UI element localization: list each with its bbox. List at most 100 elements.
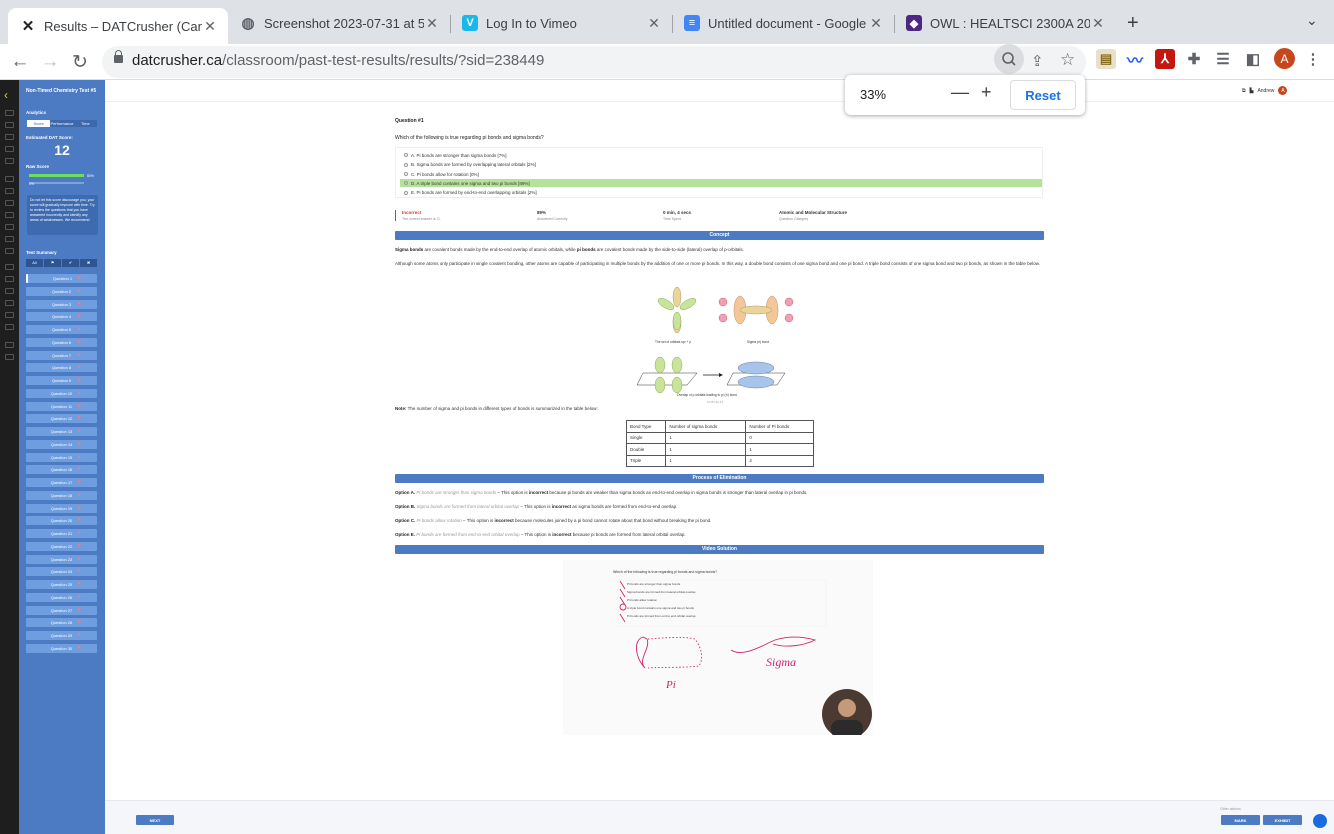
rail-item-icon[interactable]	[5, 236, 14, 242]
side-panel-icon[interactable]: ◧	[1243, 49, 1263, 69]
chrome-menu-icon[interactable]: ⋮	[1303, 49, 1323, 69]
question-list-item[interactable]: Question 23 ✖	[26, 554, 97, 564]
filter-flag-icon[interactable]: ⚑	[44, 259, 61, 267]
user-menu[interactable]: ⧉ ▙ Andrew A	[1242, 86, 1288, 95]
answer-choice[interactable]: E. Pi bonds are formed by end-to-end ove…	[400, 189, 1042, 197]
mark-button[interactable]: MARK	[1221, 815, 1260, 825]
question-list-item[interactable]: Question 6 ✖	[26, 337, 97, 347]
question-list-item[interactable]: Question 9 ✖	[26, 376, 97, 385]
rail-item-icon[interactable]	[5, 248, 14, 254]
notes-extension-icon[interactable]: ▤	[1096, 49, 1116, 69]
zoom-reset-button[interactable]: Reset	[1010, 80, 1076, 110]
rail-item-icon[interactable]	[5, 354, 14, 360]
answer-choice[interactable]: A. Pi bonds are stronger than sigma bond…	[400, 151, 1042, 159]
rail-item-icon[interactable]	[5, 324, 14, 330]
answer-choice-correct[interactable]: D. A triple bond contains one sigma and …	[400, 179, 1042, 187]
filter-correct-icon[interactable]: ✔	[62, 259, 79, 267]
zoom-out-button[interactable]: —	[951, 82, 969, 103]
filter-all[interactable]: All	[26, 259, 43, 267]
question-list-item[interactable]: Question 1 ✖	[26, 274, 97, 283]
analytics-tab-score[interactable]: Score	[27, 120, 51, 127]
question-list-item[interactable]: Question 24 ✖	[26, 567, 97, 577]
forward-button[interactable]: →	[36, 48, 64, 76]
reload-button[interactable]: ↻	[66, 48, 94, 76]
rail-item-icon[interactable]	[5, 146, 14, 152]
question-list-item[interactable]: Question 4 ✖	[26, 312, 97, 322]
video-solution-player[interactable]: Which of the following is true regarding…	[563, 560, 873, 739]
question-list-item[interactable]: Question 14 ✖	[26, 439, 97, 449]
tab-google-docs[interactable]: ≡ Untitled document - Google Do ✕	[672, 8, 894, 38]
rail-item-icon[interactable]	[5, 288, 14, 294]
close-tab-icon[interactable]: ✕	[868, 15, 884, 32]
rail-item-icon[interactable]	[5, 312, 14, 318]
question-list-item[interactable]: Question 5 ✖	[26, 325, 97, 334]
zoom-magnifier-icon[interactable]	[994, 44, 1024, 74]
collapse-arrow-icon[interactable]: ‹	[4, 88, 8, 102]
back-button[interactable]: ←	[6, 48, 34, 76]
address-bar[interactable]: datcrusher.ca/classroom/past-test-result…	[102, 46, 1086, 78]
question-list-item[interactable]: Question 12 ✖	[26, 414, 97, 424]
rail-item-icon[interactable]	[5, 276, 14, 282]
fullscreen-icon[interactable]: ⧉	[1242, 88, 1246, 94]
question-list-item[interactable]: Question 27 ✖	[26, 605, 97, 615]
question-list-item[interactable]: Question 28 ✖	[26, 618, 97, 628]
question-list-item[interactable]: Question 3 ✖	[26, 299, 97, 309]
question-list-item[interactable]: Question 15 ✖	[26, 452, 97, 462]
rail-item-icon[interactable]	[5, 134, 14, 140]
close-tab-icon[interactable]: ✕	[424, 15, 440, 32]
rail-item-icon[interactable]	[5, 200, 14, 206]
rail-item-icon[interactable]	[5, 300, 14, 306]
close-tab-icon[interactable]: ✕	[202, 18, 218, 35]
reading-list-icon[interactable]: ☰	[1213, 49, 1233, 69]
new-tab-button[interactable]: +	[1127, 12, 1139, 35]
rail-item-icon[interactable]	[5, 122, 14, 128]
bookmark-icon[interactable]: ▙	[1250, 88, 1254, 94]
question-list-item[interactable]: Question 20 ✖	[26, 516, 97, 526]
share-icon[interactable]: ⇪	[1031, 52, 1044, 70]
profile-avatar[interactable]: A	[1274, 48, 1295, 69]
question-list-item[interactable]: Question 22 ✖	[26, 541, 97, 551]
rail-item-icon[interactable]	[5, 224, 14, 230]
analytics-tab-time[interactable]: Time	[74, 120, 97, 127]
filter-incorrect-icon[interactable]: ✖	[80, 259, 97, 267]
tab-owl[interactable]: ◆ OWL : HEALTSCI 2300A 200 S ✕	[894, 8, 1116, 38]
tab-search-chevron-icon[interactable]: ⌄	[1306, 12, 1318, 29]
tab-vimeo[interactable]: V Log In to Vimeo ✕	[450, 8, 672, 38]
question-list-item[interactable]: Question 16 ✖	[26, 465, 97, 475]
rail-item-icon[interactable]	[5, 158, 14, 164]
pdf-extension-icon[interactable]: ⅄	[1155, 49, 1175, 69]
close-tab-icon[interactable]: ✕	[1090, 15, 1106, 32]
question-list-item[interactable]: Question 7 ✖	[26, 350, 97, 360]
rail-item-icon[interactable]	[5, 342, 14, 348]
question-list-item[interactable]: Question 25 ✖	[26, 580, 97, 589]
rail-item-icon[interactable]	[5, 110, 14, 116]
bookmark-star-icon[interactable]: ☆	[1060, 50, 1075, 70]
question-list-item[interactable]: Question 19 ✖	[26, 503, 97, 513]
answer-choice[interactable]: B. Sigma bonds are formed by overlapping…	[400, 161, 1042, 169]
exhibit-button[interactable]: EXHIBIT	[1263, 815, 1302, 825]
tab-results[interactable]: ✕ Results – DATCrusher (Canada ✕	[8, 8, 228, 44]
answer-choice[interactable]: C. Pi bonds allow for rotation [0%]	[400, 170, 1042, 178]
question-list-item[interactable]: Question 26 ✖	[26, 592, 97, 602]
question-list-item[interactable]: Question 2 ✖	[26, 286, 97, 296]
rail-item-icon[interactable]	[5, 212, 14, 218]
question-list-item[interactable]: Question 17 ✖	[26, 478, 97, 487]
question-list-item[interactable]: Question 13 ✖	[26, 427, 97, 436]
question-list-item[interactable]: Question 10 ✖	[26, 388, 97, 398]
question-list-item[interactable]: Question 30 ✖	[26, 643, 97, 653]
rail-item-icon[interactable]	[5, 176, 14, 182]
analytics-tab-performance[interactable]: Performance	[50, 120, 74, 127]
zoom-in-button[interactable]: +	[981, 82, 992, 103]
question-list-item[interactable]: Question 21 ✖	[26, 529, 97, 538]
rail-item-icon[interactable]	[5, 188, 14, 194]
rail-item-icon[interactable]	[5, 264, 14, 270]
next-button[interactable]: NEXT	[136, 815, 174, 825]
tab-screenshot[interactable]: ◍ Screenshot 2023-07-31 at 5.0 ✕	[228, 8, 450, 38]
extensions-puzzle-icon[interactable]: ✚	[1184, 49, 1204, 69]
chat-bubble-icon[interactable]	[1313, 814, 1327, 828]
question-list-item[interactable]: Question 18 ✖	[26, 490, 97, 500]
question-list-item[interactable]: Question 11 ✖	[26, 401, 97, 411]
close-tab-icon[interactable]: ✕	[646, 15, 662, 32]
question-list-item[interactable]: Question 8 ✖	[26, 363, 97, 373]
wave-extension-icon[interactable]: 〰	[1125, 49, 1145, 70]
